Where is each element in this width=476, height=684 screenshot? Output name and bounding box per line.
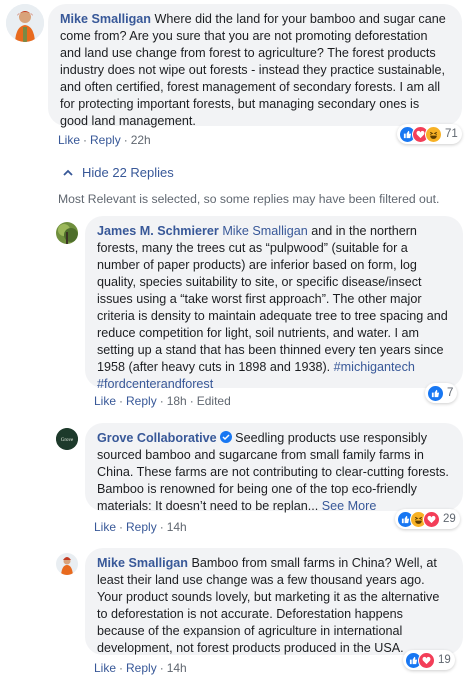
avatar[interactable] — [56, 222, 78, 244]
filter-note: Most Relevant is selected, so some repli… — [58, 192, 440, 206]
reply-text: and in the northern forests, many the tr… — [97, 224, 448, 374]
love-icon — [418, 651, 435, 669]
reply-author[interactable]: Grove Collaborative — [97, 431, 217, 445]
timestamp[interactable]: 14h — [167, 661, 187, 675]
reply-button[interactable]: Reply — [90, 133, 121, 147]
love-icon — [423, 510, 440, 528]
reply-author[interactable]: Mike Smalligan — [97, 556, 188, 570]
see-more-link[interactable]: See More — [322, 499, 377, 513]
reply-button[interactable]: Reply — [126, 661, 157, 675]
ellipsis: ... — [307, 499, 319, 513]
timestamp[interactable]: 14h — [167, 520, 187, 534]
reply-bubble: Mike Smalligan Bamboo from small farms i… — [85, 548, 463, 655]
like-icon — [427, 384, 444, 402]
reply-actions: Like · Reply · 18h · Edited — [94, 394, 231, 408]
grove-logo-text: Grove — [61, 438, 74, 443]
like-button[interactable]: Like — [94, 520, 116, 534]
avatar[interactable]: Grove — [56, 428, 78, 450]
reaction-count: 29 — [443, 513, 456, 525]
reaction-summary[interactable]: 29 — [395, 509, 460, 529]
reaction-count: 19 — [438, 654, 451, 666]
hashtag-link[interactable]: #fordcenterandforest — [97, 377, 213, 391]
hide-replies-label: Hide 22 Replies — [82, 165, 174, 180]
comment-author[interactable]: Mike Smalligan — [60, 12, 151, 26]
chevron-up-icon — [63, 169, 73, 176]
like-button[interactable]: Like — [94, 661, 116, 675]
reaction-summary[interactable]: 19 — [403, 650, 455, 670]
timestamp[interactable]: 22h — [131, 133, 151, 147]
edited-label[interactable]: Edited — [197, 394, 231, 408]
reaction-count: 7 — [447, 387, 454, 399]
reply-bubble: James M. Schmierer Mike Smalligan and in… — [85, 216, 463, 391]
haha-icon — [425, 125, 442, 143]
comment-actions: Like · Reply · 22h — [58, 133, 151, 147]
comment-bubble: Mike Smalligan Where did the land for yo… — [48, 4, 462, 128]
reaction-count: 71 — [445, 128, 458, 140]
hide-replies-button[interactable]: Hide 22 Replies — [62, 165, 174, 180]
avatar[interactable] — [56, 553, 78, 575]
reply-button[interactable]: Reply — [126, 394, 157, 408]
hashtag-link[interactable]: #michigantech — [334, 360, 415, 374]
like-button[interactable]: Like — [94, 394, 116, 408]
reaction-summary[interactable]: 7 — [425, 383, 458, 403]
reply-actions: Like · Reply · 14h — [94, 661, 187, 675]
reply-actions: Like · Reply · 14h — [94, 520, 187, 534]
like-button[interactable]: Like — [58, 133, 80, 147]
verified-badge-icon — [219, 431, 232, 443]
mention-link[interactable]: Mike Smalligan — [222, 224, 307, 238]
reply-text: Bamboo from small farms in China? Well, … — [97, 556, 440, 655]
reply-button[interactable]: Reply — [126, 520, 157, 534]
reply-author[interactable]: James M. Schmierer — [97, 224, 219, 238]
timestamp[interactable]: 18h — [167, 394, 187, 408]
reply-bubble: Grove Collaborative Seedling products us… — [85, 423, 463, 513]
reaction-summary[interactable]: 71 — [397, 124, 462, 144]
avatar[interactable] — [6, 4, 44, 42]
comment-text: Where did the land for your bamboo and s… — [60, 12, 446, 128]
